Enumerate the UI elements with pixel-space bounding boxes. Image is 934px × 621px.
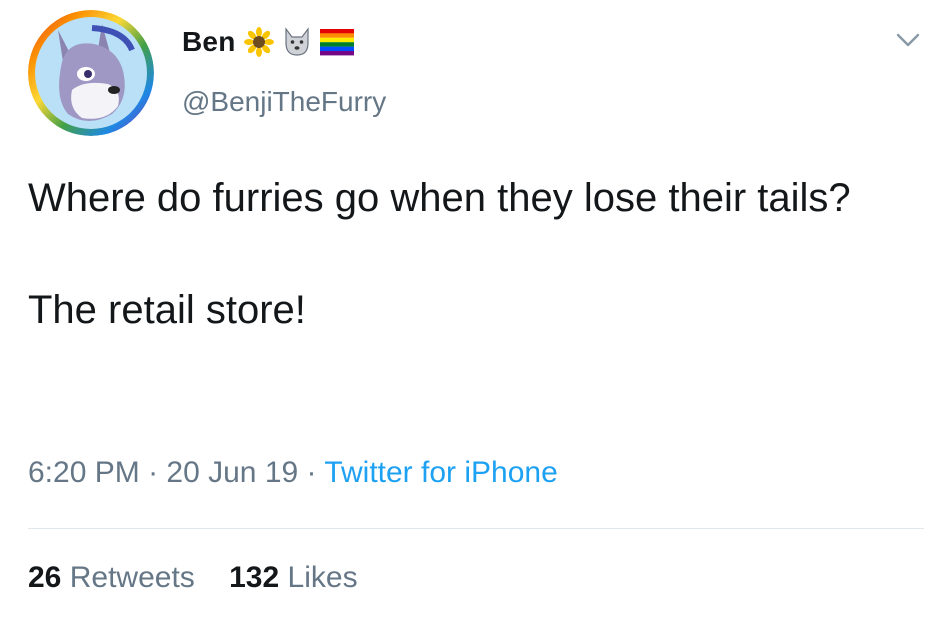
name-row: Ben	[182, 22, 354, 62]
tweet-date[interactable]: 20 Jun 19	[166, 456, 298, 489]
meta-separator: ·	[139, 456, 167, 489]
chevron-down-icon[interactable]	[895, 30, 921, 50]
tweet-text-line-2: The retail store!	[28, 288, 306, 332]
display-name[interactable]: Ben	[182, 26, 236, 58]
tweet-time[interactable]: 6:20 PM	[28, 456, 140, 489]
user-handle[interactable]: @BenjiTheFurry	[182, 86, 386, 118]
sunflower-icon	[243, 27, 274, 57]
likes-label: Likes	[287, 561, 358, 594]
wolf-icon	[282, 27, 312, 57]
divider	[28, 528, 924, 529]
tweet-text: Where do furries go when they lose their…	[28, 170, 908, 338]
retweets-label: Retweets	[69, 561, 195, 594]
retweets-count: 26	[28, 561, 62, 594]
avatar[interactable]	[28, 10, 154, 136]
retweets-stat[interactable]: 26 Retweets	[28, 561, 195, 594]
tweet-text-line-1: Where do furries go when they lose their…	[28, 176, 851, 220]
tweet-meta: 6:20 PM · 20 Jun 19 · Twitter for iPhone	[28, 456, 558, 490]
tweet-stats: 26 Retweets 132 Likes	[28, 561, 384, 595]
meta-separator: ·	[298, 456, 325, 489]
tweet-card: Ben @BenjiTheFurry Where do furries go w…	[0, 0, 934, 621]
rainbow-flag-icon	[319, 27, 354, 57]
tweet-source-link[interactable]: Twitter for iPhone	[324, 456, 557, 489]
likes-stat[interactable]: 132 Likes	[229, 561, 357, 594]
likes-count: 132	[229, 561, 280, 594]
